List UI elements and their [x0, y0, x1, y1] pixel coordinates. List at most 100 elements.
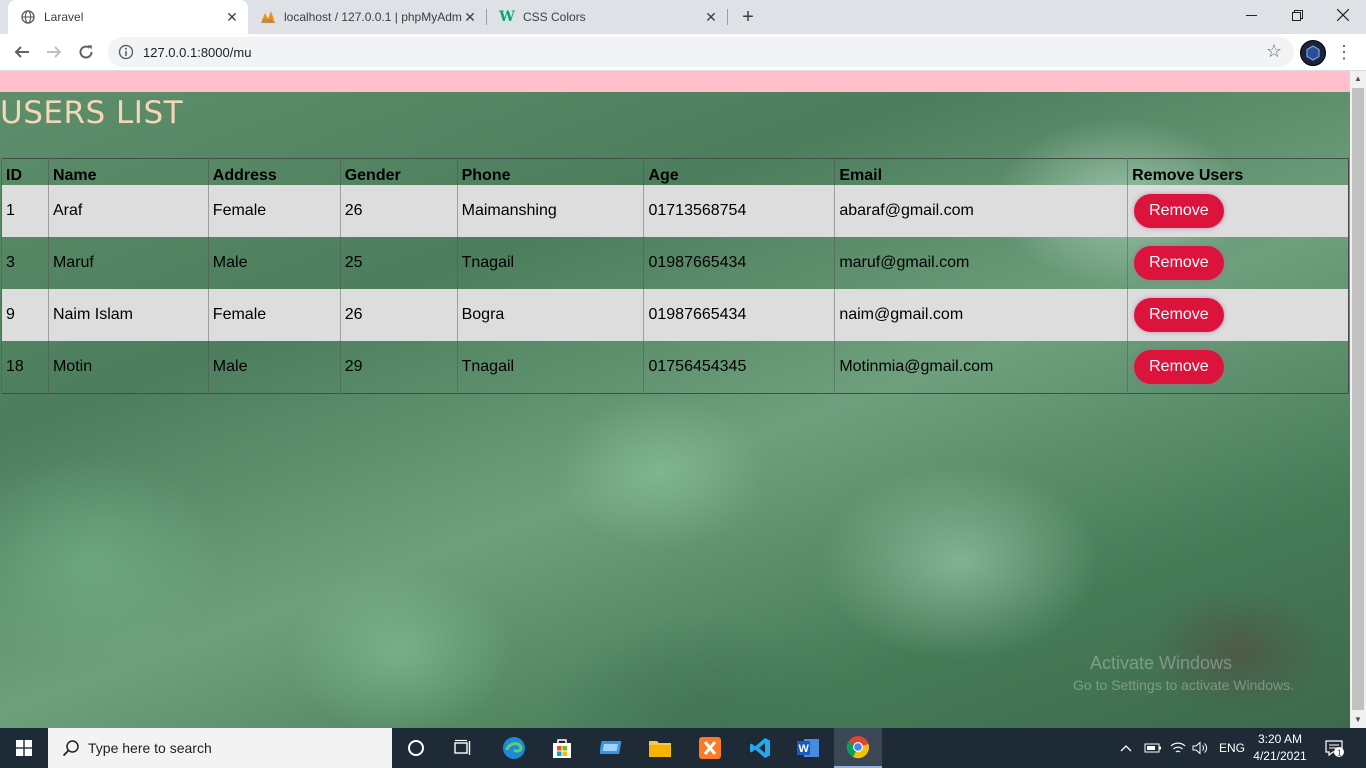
cell-id: 3: [1, 237, 49, 289]
forward-button[interactable]: [40, 38, 68, 66]
column-header-email: Email: [834, 158, 1128, 185]
restore-button[interactable]: [1274, 0, 1320, 30]
browser-toolbar: 127.0.0.1:8000/mu ☆ ⋮: [0, 34, 1366, 71]
cell-gender: 26: [339, 185, 458, 237]
clock[interactable]: 3:20 AM 4/21/2021: [1248, 731, 1312, 765]
clock-date: 4/21/2021: [1253, 749, 1307, 763]
cell-gender: 29: [339, 341, 458, 394]
scroll-up-arrow-icon[interactable]: ▲: [1350, 71, 1366, 87]
tab-separator: [727, 9, 728, 25]
cell-address: Female: [207, 289, 341, 341]
column-header-phone: Phone: [456, 158, 644, 185]
close-window-button[interactable]: [1320, 0, 1366, 30]
tab-title: Laravel: [44, 10, 84, 24]
vscode-icon[interactable]: [736, 728, 784, 768]
windows-start-button[interactable]: [0, 728, 48, 768]
close-tab-icon[interactable]: ✕: [462, 9, 478, 25]
cell-action: Remove: [1127, 341, 1349, 394]
cell-email: maruf@gmail.com: [834, 237, 1128, 289]
page-title: USERS LIST: [0, 95, 184, 131]
cell-age: 01713568754: [643, 185, 835, 237]
new-tab-button[interactable]: +: [736, 5, 760, 29]
scrollbar-thumb[interactable]: [1352, 88, 1364, 710]
cell-age: 01987665434: [643, 237, 835, 289]
browser-menu-icon[interactable]: ⋮: [1334, 40, 1354, 64]
phpmyadmin-icon: PMA: [260, 9, 276, 25]
close-tab-icon[interactable]: ✕: [224, 9, 240, 25]
chrome-icon[interactable]: [834, 728, 882, 768]
cell-id: 18: [1, 341, 49, 394]
edge-icon[interactable]: [490, 728, 538, 768]
xampp-icon[interactable]: [686, 728, 734, 768]
browser-tabstrip: Laravel ✕ PMA localhost / 127.0.0.1 | ph…: [0, 0, 1366, 34]
cell-id: 1: [1, 185, 49, 237]
battery-icon[interactable]: [1144, 728, 1162, 768]
column-header-gender: Gender: [339, 158, 458, 185]
cell-action: Remove: [1127, 237, 1349, 289]
table-row: 18 Motin Male 29 Tnagail 01756454345 Mot…: [1, 341, 1349, 394]
url-text: 127.0.0.1:8000/mu: [143, 45, 252, 60]
cell-email: naim@gmail.com: [834, 289, 1128, 341]
reload-button[interactable]: [72, 38, 100, 66]
cell-name: Maruf: [47, 237, 209, 289]
globe-icon: [20, 9, 36, 25]
bookmark-star-icon[interactable]: ☆: [1266, 41, 1282, 62]
remove-user-button[interactable]: Remove: [1134, 350, 1224, 384]
tab-phpmyadmin[interactable]: PMA localhost / 127.0.0.1 | phpMyAdmin ✕: [248, 0, 486, 34]
microsoft-store-icon[interactable]: [538, 728, 586, 768]
task-view-icon[interactable]: [440, 728, 488, 768]
tab-css-colors[interactable]: W CSS Colors ✕: [487, 0, 727, 34]
remove-user-button[interactable]: Remove: [1134, 298, 1224, 332]
svg-text:PMA: PMA: [262, 19, 274, 24]
minimize-button[interactable]: [1228, 0, 1274, 30]
cell-id: 9: [1, 289, 49, 341]
cell-address: Male: [207, 341, 341, 394]
w3schools-icon: W: [499, 9, 515, 25]
remove-user-button[interactable]: Remove: [1134, 246, 1224, 280]
back-button[interactable]: [8, 38, 36, 66]
volume-icon[interactable]: [1192, 728, 1208, 768]
address-bar[interactable]: 127.0.0.1:8000/mu ☆: [108, 37, 1294, 67]
cortana-icon[interactable]: [392, 728, 440, 768]
column-header-address: Address: [207, 158, 341, 185]
wifi-icon[interactable]: [1170, 728, 1186, 768]
cell-gender: 26: [339, 289, 458, 341]
cell-action: Remove: [1127, 289, 1349, 341]
notification-center-icon[interactable]: 1: [1324, 728, 1346, 768]
top-banner: [0, 71, 1350, 92]
cell-age: 01756454345: [643, 341, 835, 394]
cell-name: Motin: [47, 341, 209, 394]
cell-email: Motinmia@gmail.com: [834, 341, 1128, 394]
word-icon[interactable]: W: [784, 728, 832, 768]
cell-phone: Tnagail: [456, 341, 644, 394]
column-header-remove-users: Remove Users: [1127, 158, 1349, 185]
scroll-down-arrow-icon[interactable]: ▼: [1350, 712, 1366, 728]
tab-title: localhost / 127.0.0.1 | phpMyAdmin: [284, 10, 462, 24]
column-header-id: ID: [1, 158, 49, 185]
cell-gender: 25: [339, 237, 458, 289]
cell-phone: Tnagail: [456, 237, 644, 289]
table-row: 1 Araf Female 26 Maimanshing 01713568754…: [1, 185, 1349, 237]
cell-address: Female: [207, 185, 341, 237]
column-header-age: Age: [643, 158, 835, 185]
table-row: 9 Naim Islam Female 26 Bogra 01987665434…: [1, 289, 1349, 341]
tab-laravel[interactable]: Laravel ✕: [8, 0, 248, 34]
cell-phone: Maimanshing: [456, 185, 644, 237]
activate-windows-watermark: Activate Windows: [1090, 653, 1233, 673]
page-scrollbar[interactable]: ▲ ▼: [1350, 71, 1366, 728]
page-viewport: USERS LIST ID Name Address Gender Phone …: [0, 71, 1350, 728]
table-row: 3 Maruf Male 25 Tnagail 01987665434 maru…: [1, 237, 1349, 289]
clock-time: 3:20 AM: [1257, 732, 1303, 746]
profile-avatar[interactable]: [1300, 40, 1326, 66]
file-explorer-icon[interactable]: [636, 728, 684, 768]
language-indicator[interactable]: ENG: [1219, 728, 1245, 768]
cell-address: Male: [207, 237, 341, 289]
show-hidden-icons-chevron[interactable]: [1120, 728, 1132, 768]
remove-user-button[interactable]: Remove: [1134, 194, 1224, 228]
taskbar-search-box[interactable]: Type here to search: [48, 728, 392, 768]
remote-desktop-icon[interactable]: [588, 728, 636, 768]
info-icon[interactable]: [118, 44, 134, 60]
cell-name: Araf: [47, 185, 209, 237]
close-tab-icon[interactable]: ✕: [703, 9, 719, 25]
tab-title: CSS Colors: [523, 10, 586, 24]
